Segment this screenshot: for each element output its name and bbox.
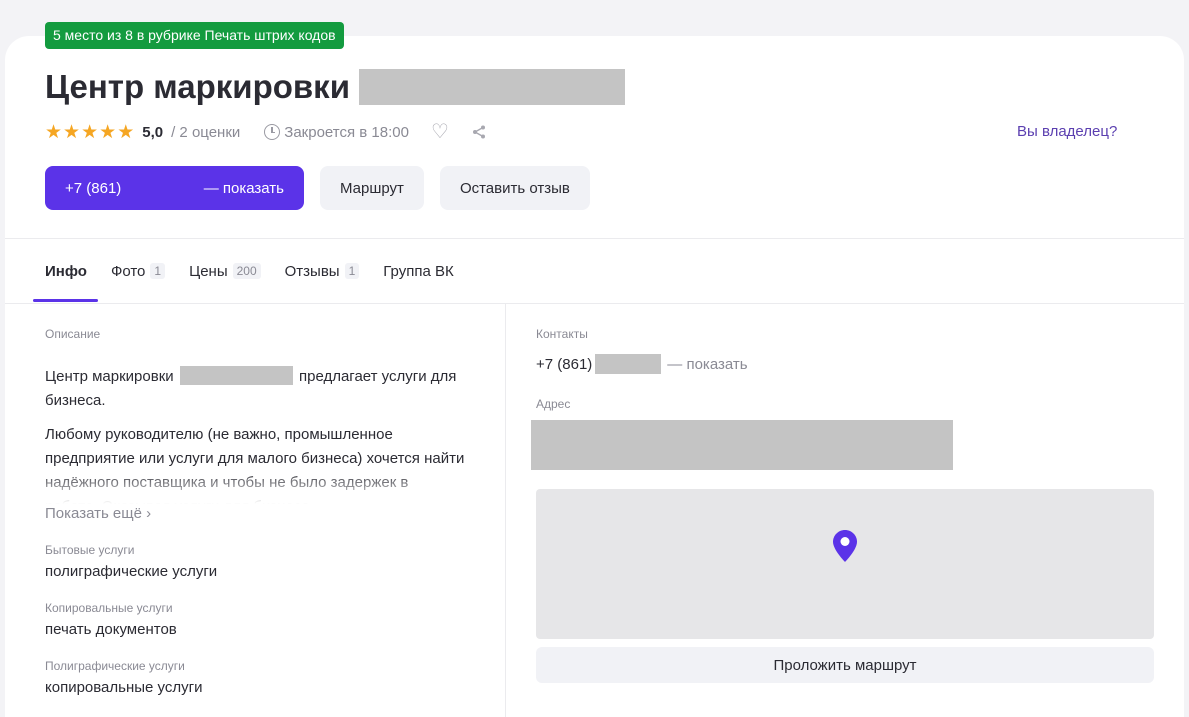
phone-prefix: +7 (861)	[536, 355, 593, 373]
star-icon: ★	[117, 121, 135, 143]
page-title: Центр маркировки	[45, 68, 350, 105]
redacted-phone	[595, 354, 662, 374]
redacted-name	[358, 69, 625, 105]
description-paragraph: Любому руководителю (не важно, промышлен…	[45, 426, 465, 504]
action-buttons: +7 (861) — показать Маршрут Оставить отз…	[45, 166, 590, 210]
description-text: Центр маркировки	[45, 368, 174, 385]
show-phone-button[interactable]: +7 (861) — показать	[45, 166, 304, 210]
tab-label: Фото	[110, 262, 146, 280]
star-icon: ★	[63, 121, 81, 143]
map-view[interactable]	[536, 489, 1154, 639]
tab-count: 200	[232, 263, 261, 279]
category-label: Полиграфические услуги	[45, 659, 185, 673]
ratings-count[interactable]: / 2 оценки	[171, 124, 240, 141]
share-icon[interactable]	[471, 124, 487, 140]
category-block: Полиграфические услуги копировальные усл…	[45, 658, 465, 698]
rating-stars[interactable]: ★ ★ ★ ★ ★	[45, 123, 134, 142]
divider	[5, 238, 1184, 239]
description-label: Описание	[45, 327, 101, 341]
divider	[5, 303, 1184, 304]
map-pin-icon[interactable]	[832, 529, 858, 563]
column-divider	[505, 304, 506, 717]
contacts-column: Контакты +7 (861) — показать Адрес Проло…	[531, 326, 1154, 683]
category-value[interactable]: полиграфические услуги	[45, 562, 465, 582]
tab-photos[interactable]: Фото 1	[110, 262, 166, 280]
tab-bar: Инфо Фото 1 Цены 200 Отзывы 1 Группа ВК	[45, 262, 454, 280]
route-button[interactable]: Маршрут	[320, 166, 424, 210]
clock-icon	[264, 124, 281, 140]
category-block: Копировальные услуги печать документов	[45, 600, 465, 640]
owner-link[interactable]: Вы владелец?	[1017, 123, 1117, 140]
tab-count: 1	[344, 263, 360, 279]
phone-show-label: — показать	[667, 355, 748, 373]
category-label: Копировальные услуги	[45, 601, 173, 615]
tab-label: Отзывы	[284, 262, 340, 280]
tab-count: 1	[150, 263, 166, 279]
rating-value: 5,0	[142, 123, 164, 141]
working-hours[interactable]: Закроется в 18:00	[284, 124, 409, 141]
contact-phone[interactable]: +7 (861) — показать	[536, 354, 1154, 374]
show-more-link[interactable]: Показать ещё ›	[45, 505, 465, 522]
leave-review-button[interactable]: Оставить отзыв	[439, 166, 590, 210]
redacted-address	[531, 420, 953, 470]
title-row: Центр маркировки	[45, 68, 625, 106]
tab-label: Группа ВК	[383, 262, 454, 280]
redacted-name	[179, 366, 293, 385]
rank-badge[interactable]: 5 место из 8 в рубрике Печать штрих кодо…	[45, 22, 344, 49]
phone-show-label: — показать	[203, 179, 284, 197]
category-value[interactable]: копировальные услуги	[45, 678, 465, 698]
category-value[interactable]: печать документов	[45, 620, 465, 640]
tab-label: Инфо	[45, 262, 87, 280]
tab-info[interactable]: Инфо	[45, 262, 87, 280]
meta-row: ★ ★ ★ ★ ★ 5,0 / 2 оценки Закроется в 18:…	[45, 121, 487, 143]
category-block: Бытовые услуги полиграфические услуги	[45, 542, 465, 582]
description-paragraph: Центр маркировки предлагает услуги для б…	[45, 365, 465, 413]
tab-label: Цены	[189, 262, 228, 280]
info-column: Описание Центр маркировки предлагает усл…	[45, 326, 465, 698]
star-icon: ★	[45, 121, 63, 143]
star-icon: ★	[81, 121, 99, 143]
address-label: Адрес	[536, 397, 571, 411]
phone-prefix: +7 (861)	[65, 179, 122, 197]
tab-prices[interactable]: Цены 200	[189, 262, 261, 280]
description-fade: Любому руководителю (не важно, промышлен…	[45, 423, 465, 504]
active-tab-indicator	[33, 299, 98, 302]
category-label: Бытовые услуги	[45, 543, 135, 557]
contacts-label: Контакты	[536, 327, 588, 341]
build-route-button[interactable]: Проложить маршрут	[536, 647, 1154, 683]
star-icon: ★	[99, 121, 117, 143]
tab-reviews[interactable]: Отзывы 1	[285, 262, 360, 280]
tab-vk-group[interactable]: Группа ВК	[383, 262, 453, 280]
heart-icon[interactable]: ♡	[431, 122, 449, 142]
